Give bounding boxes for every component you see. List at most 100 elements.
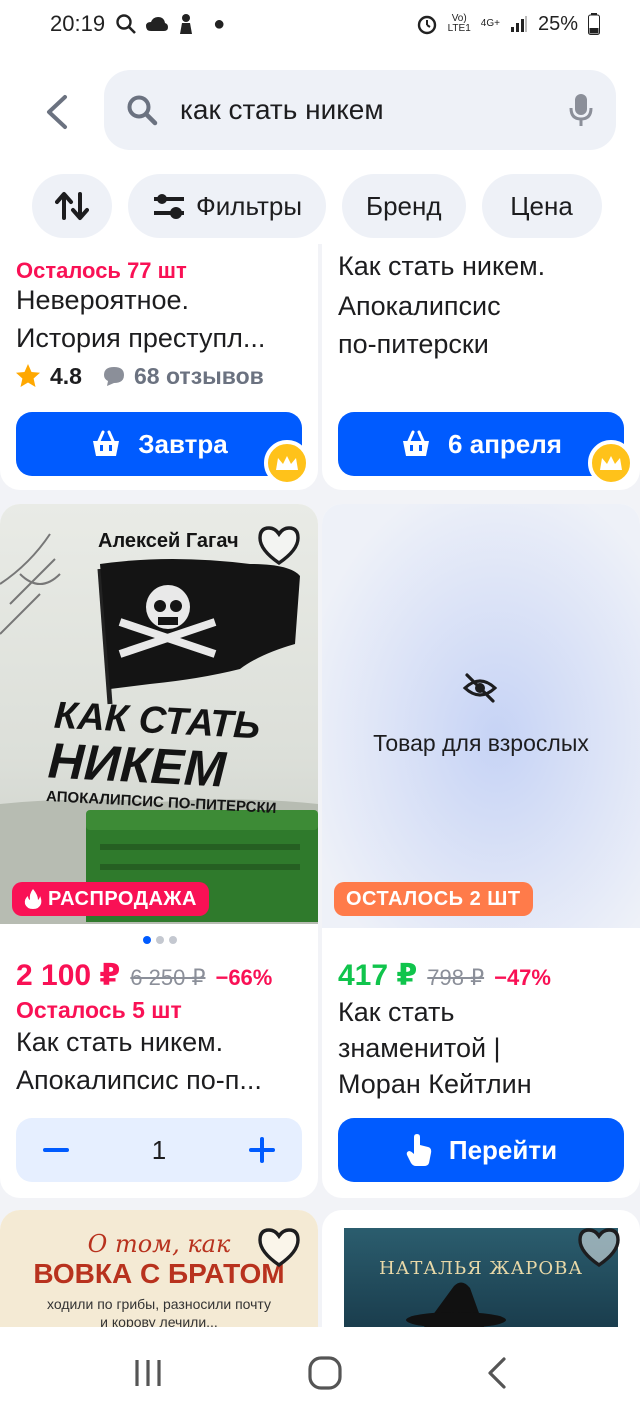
product-card-top-left[interactable]: Осталось 77 шт Невероятное. История прес…: [0, 244, 318, 490]
fire-icon: [24, 889, 42, 909]
filters-button[interactable]: Фильтры: [128, 174, 327, 238]
product-title-line-1: Невероятное.: [16, 285, 190, 315]
system-nav-bar: [0, 1327, 640, 1423]
crown-icon: [600, 456, 622, 470]
system-back-button[interactable]: [485, 1356, 509, 1395]
notification-figure-icon: [180, 14, 193, 34]
battery-percent: 25%: [537, 12, 578, 35]
go-to-label: Перейти: [448, 1134, 558, 1165]
product-title-line-1: Как стать: [338, 997, 455, 1027]
status-time: 20:19: [50, 11, 106, 36]
search-input[interactable]: как стать никем: [104, 70, 616, 150]
comment-icon: [103, 367, 124, 386]
product-card-bottom-right[interactable]: НАТАЛЬЯ ЖАРОВА: [322, 1210, 640, 1327]
product-card-adult[interactable]: Товар для взрослых ОСТАЛОСЬ 2 ШТ 417 ₽ 7…: [322, 504, 640, 1198]
sort-icon: [55, 192, 89, 220]
stock-badge: ОСТАЛОСЬ 2 ШТ: [334, 882, 533, 916]
back-button[interactable]: [36, 90, 76, 134]
alarm-icon: [417, 15, 436, 35]
star-icon: [16, 364, 40, 387]
back-icon: [488, 1356, 506, 1389]
back-arrow-icon: [47, 95, 67, 129]
recent-apps-icon: [135, 1359, 161, 1386]
product-title-line-0: Как стать никем.: [338, 251, 546, 281]
increment-button[interactable]: [242, 1130, 282, 1170]
app-screen: 20:19 ● Vo) LTE1 4G+ 25% как стать никем: [0, 0, 640, 1423]
search-header: как стать никем Фильтры Бренд Цена: [0, 48, 640, 244]
quantity-value: 1: [151, 1134, 167, 1165]
delivery-button[interactable]: 6 апреля: [338, 412, 624, 476]
product-title-line-2: знаменитой |: [338, 1033, 501, 1063]
sort-button[interactable]: [32, 174, 112, 238]
product-title-line-3: Моран Кейтлин: [338, 1069, 532, 1099]
old-price: 6 250 ₽: [130, 965, 206, 990]
network-gen-label: 4G+: [480, 18, 500, 29]
sale-badge-label: РАСПРОДАЖА: [48, 887, 197, 910]
basket-icon: [403, 430, 430, 456]
pager-dot: [156, 936, 164, 944]
current-price: 417 ₽: [338, 959, 418, 992]
product-card-how-to-become-nobody[interactable]: Алексей Гагач КАК СТАТЬ НИКЕМ АПОКАЛИПСИ…: [0, 504, 318, 1198]
adult-label: Товар для взрослых: [373, 730, 589, 756]
home-button[interactable]: [307, 1355, 343, 1396]
eye-off-icon: [462, 673, 498, 703]
go-to-product-button[interactable]: Перейти: [338, 1118, 624, 1182]
pager-dot-active: [143, 936, 151, 944]
heart-icon: [258, 1228, 300, 1268]
favorite-button[interactable]: [256, 1226, 302, 1268]
product-card-bottom-left[interactable]: О том, как ВОВКА С БРАТОМ ходили по гриб…: [0, 1210, 318, 1327]
price-chip[interactable]: Цена: [481, 174, 602, 238]
crown-icon: [276, 456, 298, 470]
product-image[interactable]: Алексей Гагач КАК СТАТЬ НИКЕМ АПОКАЛИПСИ…: [0, 504, 318, 924]
filter-chips: Фильтры Бренд Цена: [32, 174, 602, 238]
favorite-button[interactable]: [256, 524, 302, 566]
pager-dot: [169, 936, 177, 944]
premium-badge: [264, 440, 310, 486]
recent-apps-button[interactable]: [131, 1356, 165, 1395]
lte-label: LTE1: [447, 23, 471, 34]
old-price: 798 ₽: [427, 965, 485, 990]
filters-label: Фильтры: [196, 190, 303, 221]
product-card-top-right[interactable]: Как стать никем. Апокалипсис по-питерски…: [322, 244, 640, 490]
search-status-icon: [116, 14, 136, 34]
price-row: 2 100 ₽ 6 250 ₽ −66%: [16, 958, 272, 993]
cover-sub-1: ходили по грибы, разносили почту: [47, 1296, 271, 1312]
tap-hand-icon: [406, 1134, 432, 1166]
search-query: как стать никем: [180, 94, 384, 125]
delivery-button[interactable]: Завтра: [16, 412, 302, 476]
current-price: 2 100 ₽: [16, 959, 121, 992]
stock-badge-label: ОСТАЛОСЬ 2 ШТ: [346, 887, 521, 910]
product-title-line-1: Апокалипсис: [338, 291, 501, 321]
product-title-line-2: История преступл...: [16, 323, 266, 353]
search-icon: [127, 95, 158, 126]
discount: −47%: [494, 965, 551, 990]
heart-icon: [258, 526, 300, 566]
dot-icon: ●: [213, 12, 226, 35]
decrement-button[interactable]: [36, 1130, 76, 1170]
plus-icon: [249, 1137, 275, 1163]
cloud-icon: [146, 17, 169, 31]
basket-icon: [93, 430, 120, 456]
price-label: Цена: [510, 190, 573, 221]
cover-sub-2: и корову лечили...: [100, 1314, 218, 1327]
delivery-label: 6 апреля: [448, 428, 562, 459]
sale-badge: РАСПРОДАЖА: [12, 882, 209, 916]
home-icon: [308, 1355, 342, 1390]
rating-row: 4.8 68 отзывов: [14, 362, 264, 390]
premium-badge: [588, 440, 634, 486]
quantity-stepper: 1: [16, 1118, 302, 1182]
minus-icon: [43, 1148, 69, 1152]
adult-placeholder-image[interactable]: Товар для взрослых: [322, 504, 640, 928]
discount: −66%: [215, 965, 273, 990]
price-row: 417 ₽ 798 ₽ −47%: [338, 958, 551, 993]
delivery-label: Завтра: [138, 428, 228, 459]
brand-label: Бренд: [366, 190, 442, 221]
cover-author: Алексей Гагач: [98, 530, 239, 552]
favorite-button[interactable]: [576, 1226, 622, 1268]
battery-icon: [588, 13, 600, 35]
brand-chip[interactable]: Бренд: [342, 174, 466, 238]
mic-icon[interactable]: [568, 93, 594, 127]
product-title-line-1: Как стать никем.: [16, 1027, 224, 1057]
rating-value: 4.8: [50, 362, 82, 389]
heart-icon: [578, 1228, 620, 1268]
